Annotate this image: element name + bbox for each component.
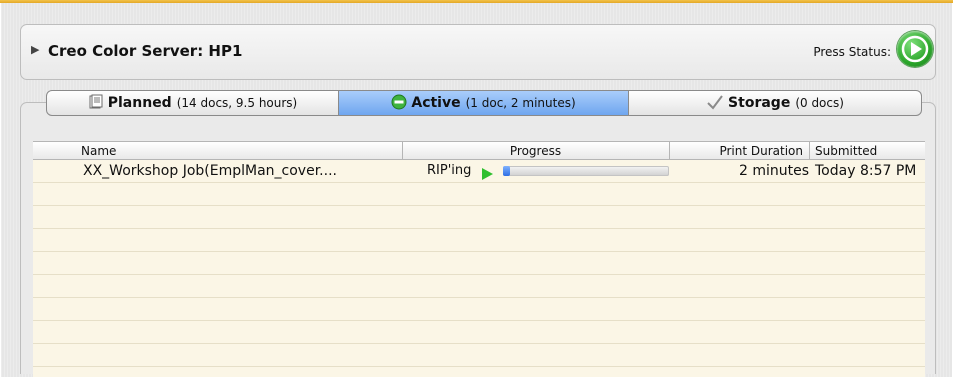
job-name: XX_Workshop Job(EmplMan_cover.... — [83, 163, 337, 179]
job-print-duration: 2 minutes — [738, 163, 809, 179]
column-header-submitted[interactable]: Submitted — [809, 142, 925, 160]
table-row[interactable] — [33, 252, 925, 275]
job-submitted: Today 8:57 PM — [815, 163, 917, 179]
tab-planned-meta: (14 docs, 9.5 hours) — [176, 96, 298, 110]
column-header-print-duration[interactable]: Print Duration — [669, 142, 809, 160]
table-header: Name Progress Print Duration Submitted — [33, 141, 925, 160]
play-circle-icon — [901, 35, 929, 63]
minus-circle-icon — [391, 94, 407, 113]
job-progress-bar — [503, 166, 669, 176]
table-row[interactable] — [33, 183, 925, 206]
checkmark-icon — [706, 94, 724, 113]
table-row[interactable] — [33, 298, 925, 321]
column-header-progress[interactable]: Progress — [402, 142, 668, 160]
disclosure-triangle-icon[interactable]: ▶ — [31, 43, 41, 57]
tab-storage[interactable]: Storage (0 docs) — [629, 91, 921, 115]
server-header[interactable]: ▶ Creo Color Server: HP1 Press Status: — [20, 24, 936, 80]
table-row[interactable] — [33, 229, 925, 252]
queue-tabbar: Planned (14 docs, 9.5 hours) Active (1 d… — [46, 90, 922, 116]
table-row[interactable] — [33, 275, 925, 298]
table-rows: XX_Workshop Job(EmplMan_cover.... RIP'in… — [33, 160, 925, 367]
table-row[interactable] — [33, 206, 925, 229]
table-row[interactable] — [33, 321, 925, 344]
tab-active[interactable]: Active (1 doc, 2 minutes) — [339, 91, 629, 115]
jobs-table: Name Progress Print Duration Submitted X… — [33, 141, 925, 377]
tab-active-meta: (1 doc, 2 minutes) — [465, 96, 576, 110]
tab-planned[interactable]: Planned (14 docs, 9.5 hours) — [47, 91, 339, 115]
tab-active-label: Active — [411, 95, 461, 111]
press-status-label: Press Status: — [813, 45, 891, 59]
table-row[interactable]: XX_Workshop Job(EmplMan_cover.... RIP'in… — [33, 160, 925, 183]
table-row[interactable] — [33, 344, 925, 367]
job-status: RIP'ing — [427, 163, 472, 178]
tab-planned-label: Planned — [107, 95, 172, 111]
document-icon — [88, 94, 104, 113]
tab-storage-label: Storage — [728, 95, 791, 111]
job-progress-fill — [503, 166, 510, 176]
column-header-name[interactable]: Name — [81, 142, 401, 160]
tab-storage-meta: (0 docs) — [795, 96, 844, 110]
press-status-button[interactable] — [897, 31, 933, 67]
server-title: Creo Color Server: HP1 — [48, 42, 243, 60]
play-arrow-icon — [481, 165, 493, 180]
